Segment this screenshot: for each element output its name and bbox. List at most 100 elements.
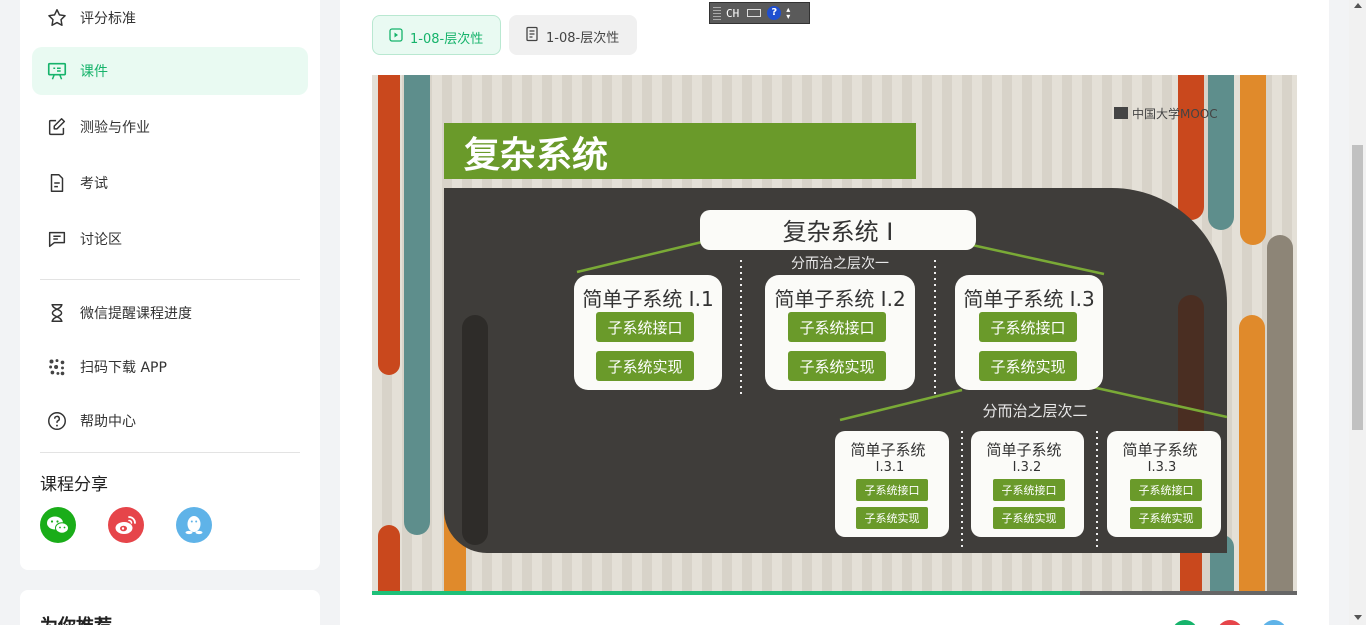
- subsystem-id: I.3.3: [1148, 460, 1177, 475]
- weibo-icon: [115, 516, 136, 534]
- deco-stick: [462, 315, 488, 545]
- divider: [40, 279, 300, 280]
- scroll-down-icon[interactable]: [1354, 615, 1362, 620]
- chat-icon: [48, 231, 66, 248]
- divider: [40, 452, 300, 453]
- recommend-title: 为你推荐: [40, 612, 112, 625]
- video-progress-bar[interactable]: [372, 591, 1297, 595]
- subsystem-title: 简单子系统 I.1: [582, 287, 713, 311]
- sidebar-item-exam[interactable]: 考试: [32, 159, 308, 207]
- video-player[interactable]: 复杂系统 中国大学MOOC 复杂系统 I 分而治之层次一 分而治之层次二 简单子…: [372, 75, 1297, 595]
- subsystem-title: 简单子系统: [1122, 441, 1197, 459]
- ime-language[interactable]: CH: [726, 7, 739, 20]
- qq-icon: [185, 516, 203, 535]
- deco-stick: [1239, 315, 1265, 595]
- tab-label: 1-08-层次性: [546, 31, 620, 46]
- interface-label: 子系统接口: [865, 484, 920, 497]
- slide-title: 复杂系统: [464, 135, 608, 176]
- sidebar-item-download-app[interactable]: 扫码下载 APP: [32, 343, 308, 391]
- subsystem-node: 简单子系统 I.3.1 子系统接口 子系统实现: [835, 431, 949, 537]
- sidebar-item-label: 微信提醒课程进度: [80, 306, 192, 322]
- subsystem-title: 简单子系统: [850, 441, 925, 459]
- level1-label: 分而治之层次一: [791, 256, 889, 272]
- impl-label: 子系统实现: [607, 358, 682, 376]
- interface-label: 子系统接口: [799, 319, 874, 337]
- subsystem-id: I.3.1: [876, 460, 905, 475]
- qq-float-button[interactable]: [1261, 620, 1287, 625]
- sidebar-item-label: 讨论区: [80, 232, 122, 248]
- sidebar-item-label: 考试: [80, 176, 108, 192]
- interface-label: 子系统接口: [1139, 484, 1194, 497]
- impl-label: 子系统实现: [1139, 511, 1194, 525]
- subsystem-title: 简单子系统: [986, 441, 1061, 459]
- subsystem-title: 简单子系统 I.2: [774, 287, 905, 311]
- subsystem-title: 简单子系统 I.3: [963, 287, 1094, 311]
- sidebar-item-quiz[interactable]: 测验与作业: [32, 103, 308, 151]
- deco-stick: [1208, 75, 1234, 230]
- tab-video[interactable]: 1-08-层次性: [372, 15, 501, 55]
- qrcode-icon: [49, 359, 65, 376]
- qq-share-button[interactable]: [176, 507, 212, 543]
- ime-toolbar[interactable]: CH ? ▴ ▾: [709, 2, 810, 24]
- impl-label: 子系统实现: [799, 358, 874, 376]
- sidebar-item-help[interactable]: 帮助中心: [32, 397, 308, 445]
- sidebar-item-wechat-reminder[interactable]: 微信提醒课程进度: [32, 289, 308, 337]
- document-icon: [50, 174, 64, 192]
- impl-label: 子系统实现: [865, 511, 920, 525]
- sidebar: 评分标准 课件 测验与作业 考试 讨论区 微信提醒课程进度 扫码下载 APP 帮…: [20, 0, 320, 570]
- scroll-up-icon[interactable]: [1354, 3, 1362, 8]
- star-icon: [48, 9, 66, 26]
- tab-label: 1-08-层次性: [410, 32, 484, 47]
- deco-stick: [378, 525, 400, 595]
- scrollbar-thumb[interactable]: [1352, 145, 1363, 430]
- subsystem-id: I.3.2: [1013, 460, 1042, 475]
- mooc-logo-icon: [1114, 107, 1128, 119]
- subsystem-node: 简单子系统 I.3 子系统接口 子系统实现: [955, 275, 1103, 390]
- ime-grip-icon[interactable]: [713, 6, 721, 20]
- weibo-float-button[interactable]: [1217, 620, 1243, 625]
- interface-label: 子系统接口: [990, 319, 1065, 337]
- main-content: 1-08-层次性 1-08-层次性 复杂系统 中国大学MOOC 复杂系统 I 分…: [340, 0, 1329, 625]
- interface-label: 子系统接口: [1002, 484, 1057, 497]
- wechat-icon: [47, 516, 69, 534]
- courseware-icon: [47, 62, 67, 80]
- slide-graphic: 复杂系统 中国大学MOOC 复杂系统 I 分而治之层次一 分而治之层次二 简单子…: [378, 75, 1293, 595]
- sidebar-item-label: 扫码下载 APP: [80, 360, 167, 376]
- hourglass-icon: [51, 304, 63, 322]
- deco-stick: [1178, 75, 1204, 220]
- sidebar-item-grading[interactable]: 评分标准: [32, 0, 308, 42]
- wechat-share-button[interactable]: [40, 507, 76, 543]
- subsystem-node: 简单子系统 I.3.2 子系统接口 子系统实现: [971, 431, 1084, 537]
- sidebar-item-label: 课件: [80, 64, 108, 80]
- video-progress-fill: [372, 591, 1080, 595]
- sidebar-item-discussion[interactable]: 讨论区: [32, 215, 308, 263]
- share-title: 课程分享: [40, 475, 108, 495]
- sidebar-item-label: 帮助中心: [80, 414, 136, 430]
- weibo-share-button[interactable]: [108, 507, 144, 543]
- tab-document[interactable]: 1-08-层次性: [509, 15, 637, 55]
- help-icon: [48, 412, 66, 430]
- play-icon: [389, 28, 403, 42]
- sidebar-item-label: 测验与作业: [80, 120, 150, 136]
- subsystem-node: 简单子系统 I.2 子系统接口 子系统实现: [765, 275, 915, 390]
- mooc-logo-text: 中国大学MOOC: [1132, 106, 1218, 121]
- keyboard-icon[interactable]: [747, 9, 762, 17]
- root-label: 复杂系统 I: [783, 218, 894, 246]
- sidebar-item-label: 评分标准: [80, 11, 136, 27]
- sidebar-item-courseware[interactable]: 课件: [32, 47, 308, 95]
- recommend-panel: 为你推荐: [20, 590, 320, 625]
- impl-label: 子系统实现: [1002, 511, 1057, 525]
- impl-label: 子系统实现: [990, 358, 1065, 376]
- subsystem-node: 简单子系统 I.3.3 子系统接口 子系统实现: [1107, 431, 1221, 537]
- deco-stick: [404, 75, 430, 535]
- interface-label: 子系统接口: [607, 319, 682, 337]
- ime-options-icon[interactable]: ▴ ▾: [786, 6, 790, 21]
- subsystem-node: 简单子系统 I.1 子系统接口 子系统实现: [574, 275, 722, 390]
- deco-stick: [1240, 75, 1266, 245]
- level2-label: 分而治之层次二: [982, 402, 1087, 420]
- deco-stick: [378, 75, 400, 375]
- wechat-float-button[interactable]: [1172, 620, 1198, 625]
- ime-help-icon[interactable]: ?: [767, 6, 782, 20]
- page-scrollbar[interactable]: [1349, 0, 1366, 625]
- doc-icon: [526, 26, 538, 42]
